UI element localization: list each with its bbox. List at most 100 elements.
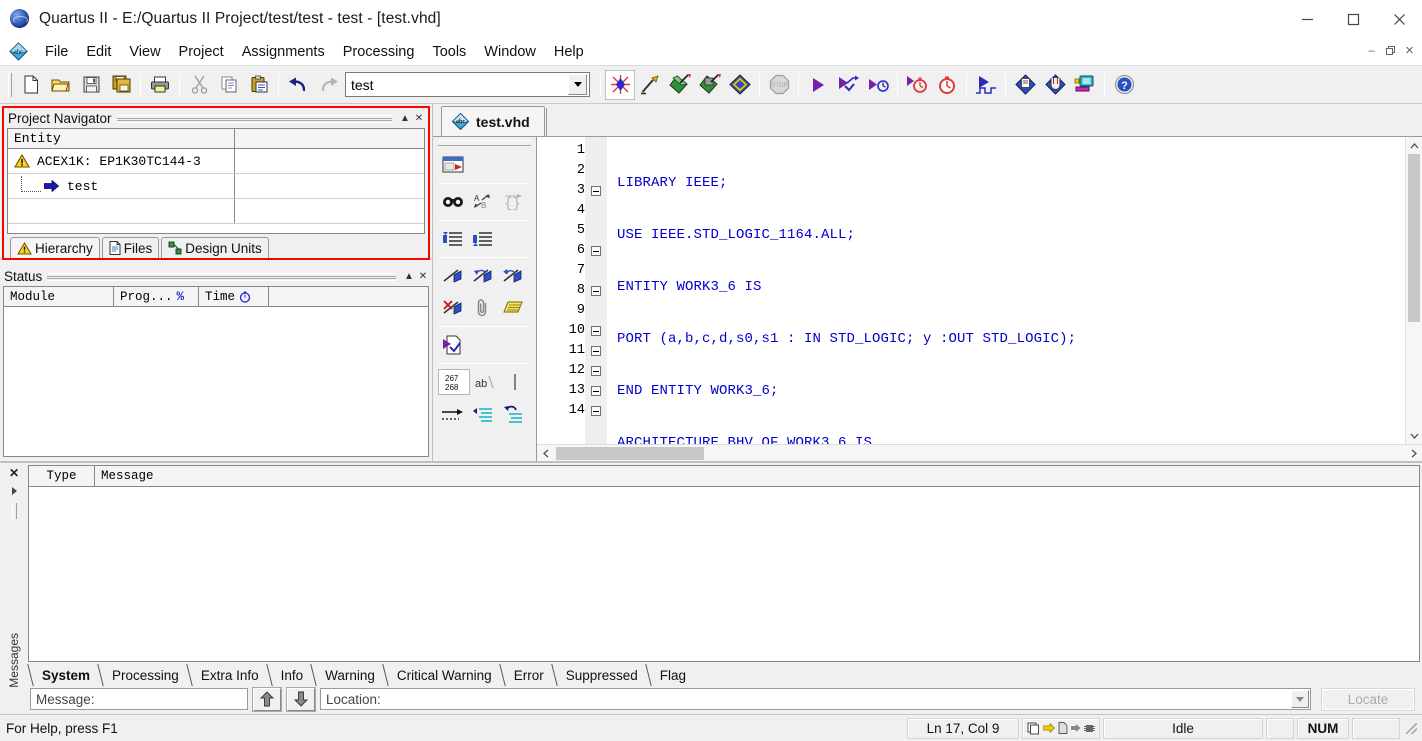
horizontal-scroll-thumb[interactable] (556, 446, 704, 460)
window-close-button[interactable] (1376, 0, 1422, 38)
scroll-left-icon[interactable] (537, 445, 554, 462)
window-maximize-button[interactable] (1330, 0, 1376, 38)
panel-drag-grip[interactable] (116, 115, 393, 123)
mdi-close-button[interactable]: ✕ (1401, 42, 1418, 59)
run-check-icon[interactable] (438, 330, 468, 360)
analysis-synthesis-icon[interactable] (635, 70, 665, 100)
scroll-right-icon[interactable] (1405, 445, 1422, 462)
start-compilation-icon[interactable] (605, 69, 635, 100)
undo-align-icon[interactable] (498, 399, 528, 429)
chip-planner-icon[interactable] (1070, 70, 1100, 100)
fold-slot[interactable] (585, 341, 607, 361)
table-row[interactable]: ACEX1K: EP1K30TC144-3 (8, 149, 424, 174)
compilation-report-icon[interactable] (833, 70, 863, 100)
paste-icon[interactable] (244, 70, 274, 100)
vertical-scroll-thumb[interactable] (1408, 154, 1420, 322)
fold-slot[interactable] (585, 361, 607, 381)
msg-tab-info[interactable]: Info (269, 664, 314, 686)
message-filter-input[interactable]: Message: (30, 688, 248, 710)
next-bookmark-icon[interactable] (468, 261, 498, 291)
toggle-bookmark-icon[interactable] (438, 261, 468, 291)
locate-button[interactable]: Locate (1321, 687, 1415, 711)
project-navigator-collapse-button[interactable]: ▲ (398, 111, 412, 125)
find-icon[interactable] (438, 187, 468, 217)
msg-tab-flag[interactable]: Flag (648, 664, 696, 686)
messages-expand-icon[interactable] (11, 487, 17, 495)
location-filter-input[interactable]: Location: (320, 688, 1311, 710)
scroll-down-icon[interactable] (1406, 427, 1422, 444)
code-editor[interactable]: 1 2 3 4 5 6 7 8 9 10 11 12 13 14 LIBRARY… (537, 137, 1422, 461)
chevron-down-icon[interactable] (1291, 690, 1309, 708)
next-message-button[interactable] (287, 687, 315, 711)
paperclip-icon[interactable] (468, 293, 498, 323)
cut-icon[interactable] (184, 70, 214, 100)
timequest-icon[interactable] (932, 70, 962, 100)
fitter-icon[interactable] (665, 70, 695, 100)
align-icon[interactable] (468, 399, 498, 429)
msg-tab-system[interactable]: System (30, 664, 100, 686)
fold-slot[interactable] (585, 321, 607, 341)
menu-window[interactable]: Window (475, 41, 545, 63)
find-replace-icon[interactable]: AB (468, 187, 498, 217)
undo-icon[interactable] (283, 70, 313, 100)
vertical-scroll-track[interactable] (1406, 154, 1422, 427)
timing-closure-icon[interactable] (863, 70, 893, 100)
menu-view[interactable]: View (120, 41, 169, 63)
help-icon[interactable]: ? (1109, 70, 1139, 100)
copy-icon[interactable] (214, 70, 244, 100)
panel-drag-grip[interactable] (47, 273, 396, 281)
open-file-icon[interactable] (46, 70, 76, 100)
menu-assignments[interactable]: Assignments (233, 41, 334, 63)
table-row[interactable]: test (8, 174, 424, 199)
toolbar-grip[interactable] (8, 72, 12, 97)
status-col-module[interactable]: Module (4, 287, 114, 306)
fold-slot[interactable] (585, 181, 607, 201)
menu-edit[interactable]: Edit (77, 41, 120, 63)
tab-hierarchy[interactable]: Hierarchy (10, 237, 100, 258)
fold-slot[interactable] (585, 241, 607, 261)
menu-project[interactable]: Project (170, 41, 233, 63)
line-numbers-icon[interactable]: 267 268 (438, 369, 470, 395)
save-all-icon[interactable] (106, 70, 136, 100)
project-selector-combo[interactable]: test (345, 72, 590, 97)
start-simulation-icon[interactable] (803, 70, 833, 100)
mdi-restore-button[interactable] (1382, 42, 1399, 59)
messages-drag-grip[interactable] (11, 503, 17, 519)
menu-file[interactable]: File (36, 41, 77, 63)
resize-grip[interactable] (1403, 720, 1419, 736)
messages-col-message[interactable]: Message (95, 466, 1419, 486)
messages-close-button[interactable]: ✕ (9, 466, 19, 480)
menu-help[interactable]: Help (545, 41, 593, 63)
editor-vertical-scrollbar[interactable] (1405, 137, 1422, 444)
tab-arrow-icon[interactable] (438, 399, 468, 429)
previous-bookmark-icon[interactable] (498, 261, 528, 291)
msg-tab-error[interactable]: Error (502, 664, 554, 686)
previous-message-button[interactable] (253, 687, 281, 711)
redo-icon[interactable] (313, 70, 343, 100)
messages-col-type[interactable]: Type (29, 466, 95, 486)
waveform-icon[interactable] (971, 70, 1001, 100)
status-col-time[interactable]: Time (199, 287, 269, 306)
print-icon[interactable] (145, 70, 175, 100)
new-file-icon[interactable] (16, 70, 46, 100)
msg-tab-extra-info[interactable]: Extra Info (189, 664, 269, 686)
notes-icon[interactable] (498, 293, 528, 323)
increase-indent-icon[interactable] (438, 224, 468, 254)
status-collapse-button[interactable]: ▲ (402, 269, 416, 283)
msg-tab-warning[interactable]: Warning (313, 664, 385, 686)
fold-slot[interactable] (585, 381, 607, 401)
insert-template-icon[interactable] (438, 150, 468, 180)
rtl-viewer-icon[interactable] (1040, 70, 1070, 100)
brace-match-icon[interactable]: {} (498, 187, 528, 217)
decrease-indent-icon[interactable] (468, 224, 498, 254)
save-icon[interactable] (76, 70, 106, 100)
msg-tab-processing[interactable]: Processing (100, 664, 189, 686)
code-lines[interactable]: LIBRARY IEEE; USE IEEE.STD_LOGIC_1164.AL… (607, 137, 1405, 444)
horizontal-scroll-track[interactable] (554, 445, 1405, 462)
stop-icon[interactable]: STOP (764, 70, 794, 100)
status-col-progress[interactable]: Prog... % (114, 287, 199, 306)
classic-timing-analyzer-icon[interactable] (902, 70, 932, 100)
tab-test-vhd[interactable]: abc test.vhd (441, 106, 545, 136)
tab-design-units[interactable]: Design Units (161, 237, 269, 258)
fold-slot[interactable] (585, 401, 607, 421)
